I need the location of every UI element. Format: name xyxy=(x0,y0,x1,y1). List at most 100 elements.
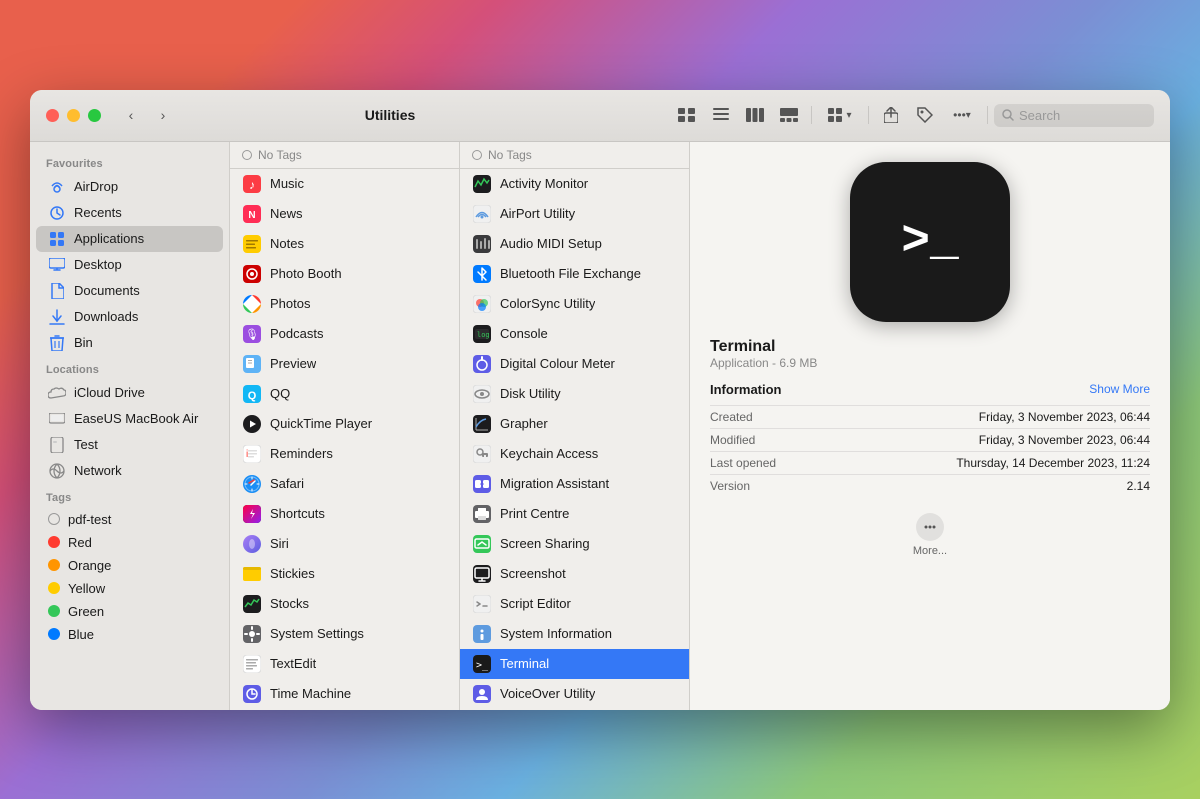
file-item-news[interactable]: N News xyxy=(230,199,459,229)
file-item-activitymonitor[interactable]: Activity Monitor xyxy=(460,169,689,199)
textedit-icon xyxy=(242,654,262,674)
file-item-reminders[interactable]: i Reminders xyxy=(230,439,459,469)
file-item-safari[interactable]: Safari xyxy=(230,469,459,499)
file-item-voiceover[interactable]: VoiceOver Utility xyxy=(460,679,689,709)
search-input[interactable] xyxy=(1019,108,1139,123)
view-columns-button[interactable] xyxy=(739,102,771,128)
preview-app-name: Terminal xyxy=(710,338,1150,356)
file-item-shortcuts[interactable]: Shortcuts xyxy=(230,499,459,529)
stickies-icon xyxy=(242,564,262,584)
sidebar-item-tag-green[interactable]: Green xyxy=(36,600,223,623)
search-bar[interactable] xyxy=(994,104,1154,127)
file-item-systeminfo[interactable]: System Information xyxy=(460,619,689,649)
file-item-screensharing[interactable]: Screen Sharing xyxy=(460,529,689,559)
file-item-bluetooth[interactable]: Bluetooth File Exchange xyxy=(460,259,689,289)
utilities-column: No Tags Activity Monitor AirPort Utility… xyxy=(460,142,690,710)
network-label: Network xyxy=(74,463,122,478)
file-item-printcentre[interactable]: Print Centre xyxy=(460,499,689,529)
sidebar-item-recents[interactable]: Recents xyxy=(36,200,223,226)
preview-app-type: Application - 6.9 MB xyxy=(710,356,1150,370)
file-item-scripteditor[interactable]: Script Editor xyxy=(460,589,689,619)
more-options-button[interactable]: ••• ▾ xyxy=(943,102,981,128)
airportutility-label: AirPort Utility xyxy=(500,206,575,221)
sidebar-item-easeus[interactable]: EaseUS MacBook Air xyxy=(36,406,223,432)
quicktime-label: QuickTime Player xyxy=(270,416,372,431)
colormeter-label: Digital Colour Meter xyxy=(500,356,615,371)
file-item-siri[interactable]: Siri xyxy=(230,529,459,559)
minimize-button[interactable] xyxy=(67,109,80,122)
show-more-link[interactable]: Show More xyxy=(1089,382,1150,396)
tag-button[interactable] xyxy=(909,102,941,128)
more-button[interactable]: More... xyxy=(913,513,947,557)
file-item-qq[interactable]: Q QQ xyxy=(230,379,459,409)
file-item-airportutility[interactable]: AirPort Utility xyxy=(460,199,689,229)
sidebar-item-bin[interactable]: Bin xyxy=(36,330,223,356)
tag-dot-green xyxy=(48,605,60,617)
view-icons-button[interactable] xyxy=(671,102,703,128)
sidebar-item-tag-red[interactable]: Red xyxy=(36,531,223,554)
file-item-notes[interactable]: Notes xyxy=(230,229,459,259)
preview-app-icon xyxy=(242,354,262,374)
sidebar-item-airdrop[interactable]: AirDrop xyxy=(36,174,223,200)
share-button[interactable] xyxy=(875,102,907,128)
file-item-keychain[interactable]: Keychain Access xyxy=(460,439,689,469)
file-item-audiomidi[interactable]: Audio MIDI Setup xyxy=(460,229,689,259)
file-item-tv[interactable]: TV TV xyxy=(230,709,459,710)
info-label: Information xyxy=(710,382,782,397)
podcasts-icon: 🎙 xyxy=(242,324,262,344)
sidebar-item-tag-blue[interactable]: Blue xyxy=(36,623,223,646)
view-list-button[interactable] xyxy=(705,102,737,128)
file-item-photos[interactable]: Photos xyxy=(230,289,459,319)
sidebar-item-network[interactable]: Network xyxy=(36,458,223,484)
sidebar-item-desktop[interactable]: Desktop xyxy=(36,252,223,278)
sidebar-item-tag-yellow[interactable]: Yellow xyxy=(36,577,223,600)
activitymonitor-label: Activity Monitor xyxy=(500,176,588,191)
file-item-terminal[interactable]: >_ Terminal xyxy=(460,649,689,679)
sidebar-item-test[interactable]: Test xyxy=(36,432,223,458)
terminal-prompt: >_ xyxy=(901,218,959,266)
desktop-label: Desktop xyxy=(74,257,122,272)
group-button[interactable]: ▾ xyxy=(818,102,862,128)
stickies-label: Stickies xyxy=(270,566,315,581)
sidebar-item-icloud[interactable]: iCloud Drive xyxy=(36,380,223,406)
sidebar-item-applications[interactable]: Applications xyxy=(36,226,223,252)
file-item-music[interactable]: ♪ Music xyxy=(230,169,459,199)
file-item-migration[interactable]: Migration Assistant xyxy=(460,469,689,499)
file-item-textedit[interactable]: TextEdit xyxy=(230,649,459,679)
colorsync-label: ColorSync Utility xyxy=(500,296,595,311)
file-item-stickies[interactable]: Stickies xyxy=(230,559,459,589)
file-item-preview[interactable]: Preview xyxy=(230,349,459,379)
file-item-screenshot[interactable]: Screenshot xyxy=(460,559,689,589)
file-item-colorsync[interactable]: ColorSync Utility xyxy=(460,289,689,319)
col2-header: No Tags xyxy=(460,142,689,169)
sidebar-item-documents[interactable]: Documents xyxy=(36,278,223,304)
preview-label: Preview xyxy=(270,356,316,371)
info-row-modified: Modified Friday, 3 November 2023, 06:44 xyxy=(710,428,1150,451)
colormeter-icon xyxy=(472,354,492,374)
view-gallery-button[interactable] xyxy=(773,102,805,128)
file-item-stocks[interactable]: Stocks xyxy=(230,589,459,619)
traffic-lights xyxy=(46,109,101,122)
podcasts-label: Podcasts xyxy=(270,326,323,341)
file-item-colormeter[interactable]: Digital Colour Meter xyxy=(460,349,689,379)
news-label: News xyxy=(270,206,303,221)
file-item-quicktime[interactable]: QuickTime Player xyxy=(230,409,459,439)
col1-header: No Tags xyxy=(230,142,459,169)
maximize-button[interactable] xyxy=(88,109,101,122)
version-val: 2.14 xyxy=(1127,479,1150,493)
sidebar-item-downloads[interactable]: Downloads xyxy=(36,304,223,330)
network-icon xyxy=(48,462,66,480)
forward-button[interactable]: › xyxy=(149,103,177,127)
sidebar-item-tag-pdf[interactable]: pdf-test xyxy=(36,508,223,531)
sidebar-item-tag-orange[interactable]: Orange xyxy=(36,554,223,577)
file-item-podcasts[interactable]: 🎙 Podcasts xyxy=(230,319,459,349)
back-button[interactable]: ‹ xyxy=(117,103,145,127)
file-item-systemsettings[interactable]: System Settings xyxy=(230,619,459,649)
col2-header-label: No Tags xyxy=(488,148,532,162)
file-item-grapher[interactable]: Grapher xyxy=(460,409,689,439)
close-button[interactable] xyxy=(46,109,59,122)
file-item-photobooth[interactable]: Photo Booth xyxy=(230,259,459,289)
file-item-timemachine[interactable]: Time Machine xyxy=(230,679,459,709)
file-item-diskutility[interactable]: Disk Utility xyxy=(460,379,689,409)
file-item-console[interactable]: log Console xyxy=(460,319,689,349)
